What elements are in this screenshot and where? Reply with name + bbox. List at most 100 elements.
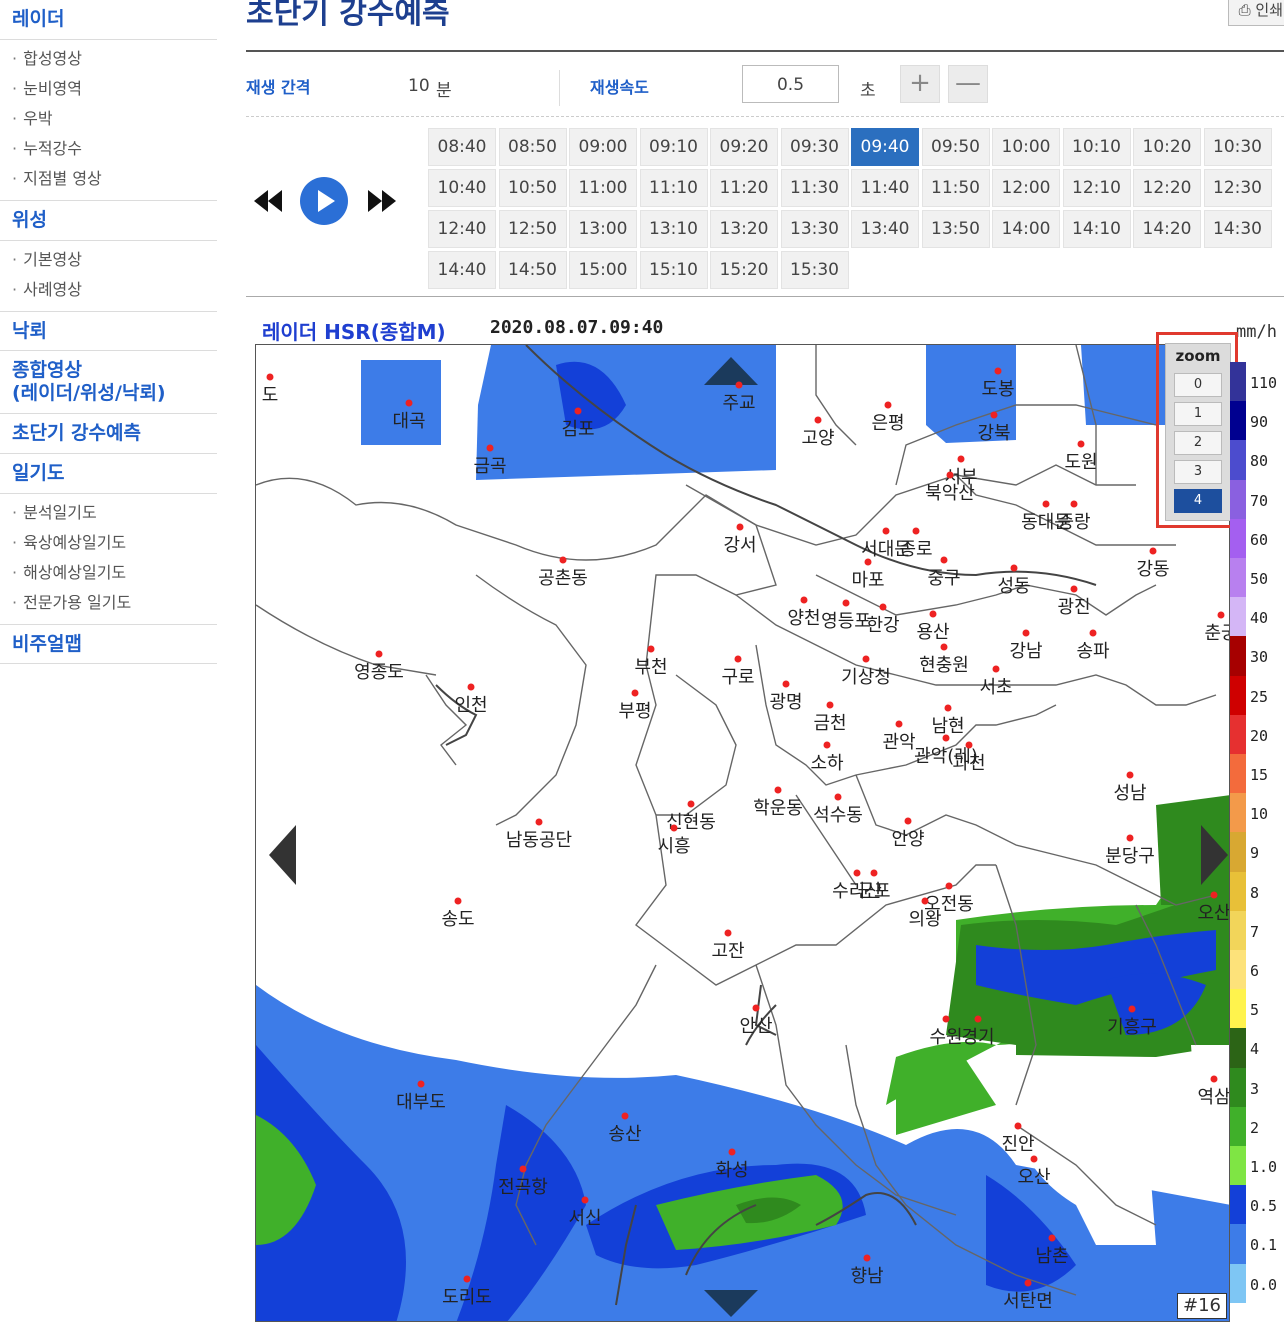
zoom-level-button[interactable]: 3: [1174, 460, 1222, 484]
sidebar-section[interactable]: 종합영상 (레이더/위성/낙뢰): [0, 351, 217, 414]
time-button[interactable]: 14:00: [992, 210, 1060, 248]
time-button[interactable]: 10:00: [992, 128, 1060, 166]
time-button[interactable]: 09:20: [710, 128, 778, 166]
legend-label: 15: [1250, 766, 1269, 784]
time-button[interactable]: 13:30: [780, 210, 849, 248]
time-button[interactable]: 13:10: [639, 210, 708, 248]
legend-label: 4: [1250, 1040, 1260, 1059]
time-button[interactable]: 13:40: [851, 210, 919, 248]
station-dot: [519, 1165, 527, 1173]
time-button[interactable]: 09:40: [851, 128, 919, 166]
legend-swatch: [1230, 597, 1246, 637]
time-button[interactable]: 09:50: [921, 128, 990, 166]
pan-left-icon[interactable]: [269, 825, 296, 885]
time-button[interactable]: 11:20: [710, 169, 778, 207]
place-label: 경기: [961, 1027, 995, 1048]
speed-input[interactable]: 0.5: [742, 65, 839, 103]
zoom-level-button[interactable]: 4: [1174, 489, 1222, 513]
time-button[interactable]: 13:00: [569, 210, 637, 248]
rewind-icon[interactable]: [254, 190, 284, 212]
time-button[interactable]: 15:10: [639, 251, 708, 289]
place-label: 안양: [891, 829, 925, 850]
station-dot: [467, 683, 475, 691]
time-button[interactable]: 08:40: [428, 128, 496, 166]
sidebar-item[interactable]: 기본영상: [12, 245, 217, 275]
time-button[interactable]: 08:50: [498, 128, 567, 166]
place-label: 성동: [997, 576, 1031, 597]
time-button[interactable]: 11:10: [639, 169, 708, 207]
legend-label: 7: [1250, 922, 1260, 941]
print-button[interactable]: ⎙ 인쇄: [1227, 0, 1284, 26]
time-button[interactable]: 09:10: [639, 128, 708, 166]
legend-swatch: [1230, 1028, 1246, 1068]
time-button[interactable]: 13:20: [710, 210, 778, 248]
station-dot: [1042, 500, 1050, 508]
place-label: 기상청: [841, 667, 891, 688]
time-button[interactable]: 14:10: [1062, 210, 1131, 248]
sidebar-item[interactable]: 우박: [12, 104, 217, 134]
sidebar-item[interactable]: 전문가용 일기도: [12, 588, 217, 618]
time-button[interactable]: 12:50: [498, 210, 567, 248]
place-label: 영종도: [354, 662, 404, 683]
time-button[interactable]: 12:20: [1133, 169, 1201, 207]
place-label: 향남: [850, 1266, 884, 1287]
place-label: 중구: [927, 568, 961, 589]
time-button[interactable]: 14:30: [1203, 210, 1272, 248]
sidebar-section[interactable]: 위성: [0, 201, 217, 241]
sidebar-item[interactable]: 눈비영역: [12, 74, 217, 104]
speed-increase-button[interactable]: +: [900, 65, 940, 103]
time-button[interactable]: 14:20: [1133, 210, 1201, 248]
zoom-level-button[interactable]: 2: [1174, 431, 1222, 455]
sidebar-item[interactable]: 분석일기도: [12, 498, 217, 528]
time-button[interactable]: 15:30: [780, 251, 849, 289]
sidebar-section[interactable]: 초단기 강수예측: [0, 414, 217, 454]
sidebar-item[interactable]: 육상예상일기도: [12, 528, 217, 558]
station-dot: [631, 689, 639, 697]
zoom-level-button[interactable]: 1: [1174, 402, 1222, 426]
time-button[interactable]: 10:50: [498, 169, 567, 207]
legend-unit: mm/h: [1236, 322, 1277, 342]
station-dot: [1128, 1005, 1136, 1013]
sidebar-item[interactable]: 사례영상: [12, 275, 217, 305]
zoom-level-button[interactable]: 0: [1174, 373, 1222, 397]
time-button[interactable]: 15:20: [710, 251, 778, 289]
time-button[interactable]: 09:00: [569, 128, 637, 166]
speed-label: 재생속도: [590, 78, 649, 97]
sidebar-item[interactable]: 합성영상: [12, 44, 217, 74]
time-button[interactable]: 10:20: [1133, 128, 1201, 166]
place-label: 대곡: [392, 411, 426, 432]
time-button[interactable]: 09:30: [780, 128, 849, 166]
time-button[interactable]: 14:50: [498, 251, 567, 289]
play-icon[interactable]: [299, 176, 349, 226]
sidebar-section[interactable]: 낙뢰: [0, 312, 217, 352]
time-button[interactable]: 12:00: [992, 169, 1060, 207]
station-dot: [974, 1015, 982, 1023]
place-label: 송산: [608, 1124, 642, 1145]
time-button[interactable]: 13:50: [921, 210, 990, 248]
time-button[interactable]: 12:10: [1062, 169, 1131, 207]
time-button[interactable]: 12:30: [1203, 169, 1272, 207]
time-button[interactable]: 10:30: [1203, 128, 1272, 166]
time-button[interactable]: 11:50: [921, 169, 990, 207]
fast-forward-icon[interactable]: [368, 190, 398, 212]
time-button[interactable]: 11:40: [851, 169, 919, 207]
legend-swatch: [1230, 636, 1246, 676]
radar-map[interactable]: 대곡 김포 주교 고양 은평 도봉 강북 금곡 도원 서부 북악산 동대문 중랑 강서 서대문 종로 마포 중구 성…: [255, 344, 1230, 1322]
time-button[interactable]: 10:10: [1062, 128, 1131, 166]
time-button[interactable]: 14:40: [428, 251, 496, 289]
sidebar-section[interactable]: 일기도: [0, 454, 217, 494]
sidebar-item[interactable]: 해상예상일기도: [12, 558, 217, 588]
station-dot: [774, 786, 782, 794]
speed-decrease-button[interactable]: —: [948, 65, 988, 103]
time-button[interactable]: 15:00: [569, 251, 637, 289]
time-button[interactable]: 10:40: [428, 169, 496, 207]
sidebar-section[interactable]: 레이더: [0, 0, 217, 40]
sidebar-item[interactable]: 누적강수: [12, 134, 217, 164]
sidebar-section[interactable]: 비주얼맵: [0, 625, 217, 665]
legend-label: 20: [1250, 726, 1269, 745]
place-label: 도원: [1064, 452, 1098, 473]
time-button[interactable]: 11:00: [569, 169, 637, 207]
time-button[interactable]: 11:30: [780, 169, 849, 207]
sidebar-item[interactable]: 지점별 영상: [12, 164, 217, 194]
time-button[interactable]: 12:40: [428, 210, 496, 248]
